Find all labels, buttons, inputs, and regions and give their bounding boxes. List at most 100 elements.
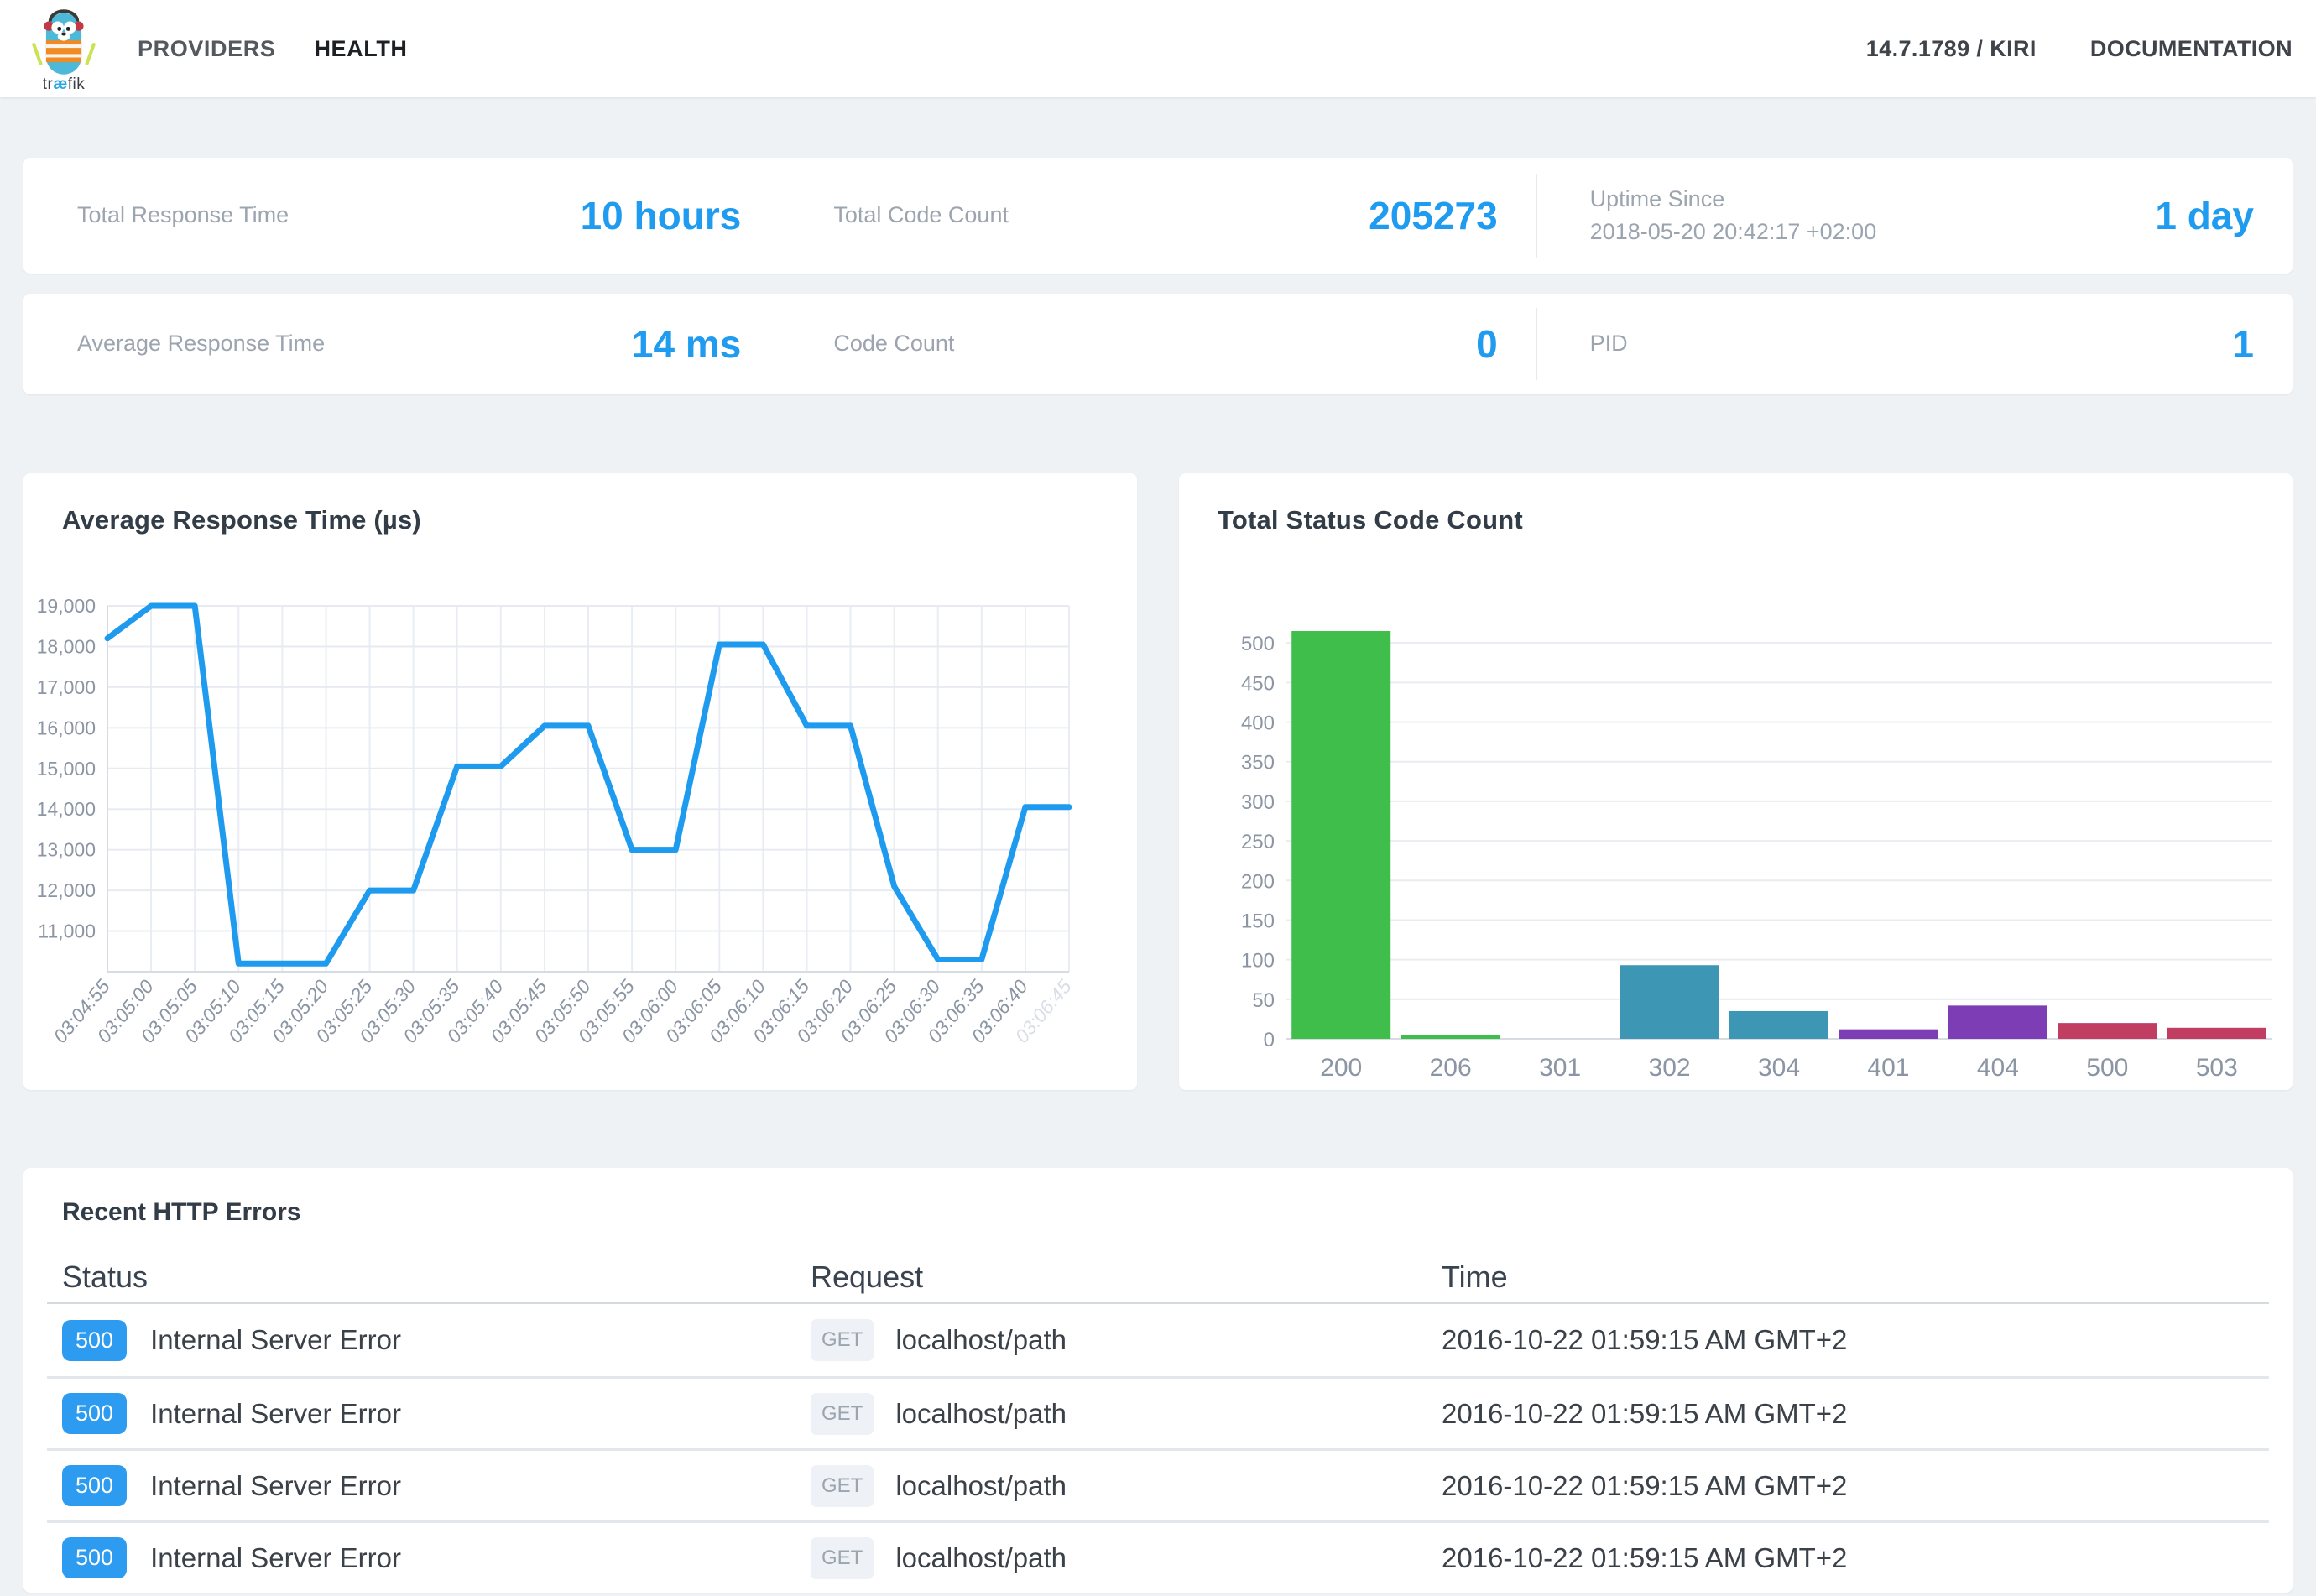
version-label: 14.7.1789 / KIRI: [1866, 36, 2037, 62]
svg-text:0: 0: [1264, 1029, 1275, 1051]
column-header-status: Status: [62, 1260, 811, 1295]
table-row: 500 Internal Server Error GET localhost/…: [47, 1376, 2269, 1448]
bar-chart-svg: 0501001502002503003504004505002002063013…: [1179, 539, 2293, 1090]
stat-label: Total Response Time: [77, 199, 289, 232]
status-code-bar-chart: 0501001502002503003504004505002002063013…: [1179, 539, 2293, 1090]
request-path: localhost/path: [895, 1324, 1067, 1356]
request-path: localhost/path: [895, 1470, 1067, 1502]
logo-wordmark: træfik: [43, 76, 86, 94]
uptime-datetime: 2018-05-20 20:42:17 +02:00: [1590, 219, 1877, 244]
method-badge: GET: [811, 1465, 874, 1507]
status-badge: 500: [62, 1465, 127, 1506]
stat-value: 1: [2232, 321, 2254, 367]
bar-302: [1620, 965, 1719, 1039]
svg-text:350: 350: [1241, 752, 1275, 775]
svg-text:404: 404: [1977, 1054, 2019, 1082]
line-chart-svg: 11,00012,00013,00014,00015,00016,00017,0…: [23, 539, 1137, 1090]
svg-text:301: 301: [1539, 1054, 1581, 1082]
status-badge: 500: [62, 1320, 127, 1361]
bar-404: [1948, 1005, 2047, 1039]
bar-500: [2058, 1023, 2157, 1039]
svg-text:300: 300: [1241, 791, 1275, 814]
svg-text:100: 100: [1241, 950, 1275, 973]
bar-401: [1839, 1030, 1938, 1039]
bar-206: [1401, 1035, 1500, 1039]
svg-text:15,000: 15,000: [37, 758, 96, 780]
stat-label: Code Count: [833, 327, 954, 360]
svg-text:200: 200: [1241, 870, 1275, 893]
error-time: 2016-10-22 01:59:15 AM GMT+2: [1442, 1470, 2269, 1502]
stat-value: 14 ms: [632, 321, 741, 367]
error-time: 2016-10-22 01:59:15 AM GMT+2: [1442, 1542, 2269, 1574]
svg-text:17,000: 17,000: [37, 676, 96, 698]
stat-total-code-count: Total Code Count 205273: [780, 158, 1536, 274]
error-time: 2016-10-22 01:59:15 AM GMT+2: [1442, 1398, 2269, 1430]
traefik-logo[interactable]: træfik: [23, 5, 104, 94]
errors-table-header: Status Request Time: [47, 1252, 2269, 1304]
table-row: 500 Internal Server Error GET localhost/…: [47, 1520, 2269, 1593]
stat-value: 0: [1476, 321, 1498, 367]
svg-text:12,000: 12,000: [37, 879, 96, 901]
error-time: 2016-10-22 01:59:15 AM GMT+2: [1442, 1324, 2269, 1356]
column-header-time: Time: [1442, 1260, 2269, 1295]
nav-item-health[interactable]: HEALTH: [314, 36, 407, 62]
documentation-link[interactable]: DOCUMENTATION: [2090, 36, 2293, 62]
bar-503: [2167, 1028, 2266, 1039]
status-badge: 500: [62, 1393, 127, 1434]
bar-chart-title: Total Status Code Count: [1179, 505, 2293, 535]
svg-text:450: 450: [1241, 672, 1275, 695]
top-nav-bar: træfik PROVIDERS HEALTH 14.7.1789 / KIRI…: [0, 0, 2316, 97]
status-code-chart-card: Total Status Code Count 0501001502002503…: [1179, 473, 2293, 1090]
stat-value: 205273: [1369, 193, 1498, 238]
svg-text:400: 400: [1241, 712, 1275, 735]
stat-pid: PID 1: [1536, 294, 2293, 394]
stats-row-1: Total Response Time 10 hours Total Code …: [23, 158, 2293, 274]
stat-total-response-time: Total Response Time 10 hours: [23, 158, 780, 274]
method-badge: GET: [811, 1319, 874, 1361]
stat-label: PID: [1590, 327, 1628, 360]
svg-text:14,000: 14,000: [37, 798, 96, 820]
charts-row: Average Response Time (µs) 11,000 12,000 1…: [23, 473, 2293, 1090]
status-text: Internal Server Error: [150, 1398, 401, 1430]
line-chart-title: Average Response Time (µs): [23, 505, 1137, 535]
response-time-chart-card: Average Response Time (µs) 11,000 12,000 1…: [23, 473, 1137, 1090]
stats-row-2: Average Response Time 14 ms Code Count 0…: [23, 294, 2293, 394]
request-path: localhost/path: [895, 1542, 1067, 1574]
svg-text:206: 206: [1430, 1054, 1472, 1082]
method-badge: GET: [811, 1393, 874, 1435]
svg-text:302: 302: [1649, 1054, 1691, 1082]
svg-text:503: 503: [2196, 1054, 2238, 1082]
bar-304: [1729, 1011, 1828, 1039]
stat-label: Uptime Since 2018-05-20 20:42:17 +02:00: [1590, 183, 1877, 248]
svg-text:19,000: 19,000: [37, 595, 96, 617]
svg-text:200: 200: [1320, 1054, 1362, 1082]
svg-text:401: 401: [1867, 1054, 1909, 1082]
status-badge: 500: [62, 1537, 127, 1578]
stat-uptime-since: Uptime Since 2018-05-20 20:42:17 +02:00 …: [1536, 158, 2293, 274]
bar-200: [1291, 631, 1390, 1039]
svg-text:500: 500: [2086, 1054, 2128, 1082]
errors-table-title: Recent HTTP Errors: [47, 1198, 2269, 1227]
stat-code-count: Code Count 0: [780, 294, 1536, 394]
request-path: localhost/path: [895, 1398, 1067, 1430]
stat-value: 1 day: [2155, 193, 2254, 238]
svg-text:304: 304: [1758, 1054, 1800, 1082]
svg-text:500: 500: [1241, 633, 1275, 655]
svg-text:11,000: 11,000: [38, 921, 96, 942]
stat-value: 10 hours: [581, 193, 742, 238]
status-text: Internal Server Error: [150, 1470, 401, 1502]
status-text: Internal Server Error: [150, 1324, 401, 1356]
traefik-mascot-icon: [29, 5, 98, 77]
stat-label: Total Code Count: [833, 199, 1009, 232]
column-header-request: Request: [811, 1260, 1442, 1295]
svg-text:250: 250: [1241, 831, 1275, 853]
table-row: 500 Internal Server Error GET localhost/…: [47, 1304, 2269, 1376]
svg-text:150: 150: [1241, 910, 1275, 932]
nav-item-providers[interactable]: PROVIDERS: [138, 36, 275, 62]
svg-text:18,000: 18,000: [37, 635, 96, 657]
stat-label: Average Response Time: [77, 327, 325, 360]
response-time-line-chart: 11,00012,00013,00014,00015,00016,00017,0…: [23, 539, 1137, 1090]
stat-average-response-time: Average Response Time 14 ms: [23, 294, 780, 394]
recent-http-errors-card: Recent HTTP Errors Status Request Time 5…: [23, 1168, 2293, 1593]
method-badge: GET: [811, 1537, 874, 1579]
